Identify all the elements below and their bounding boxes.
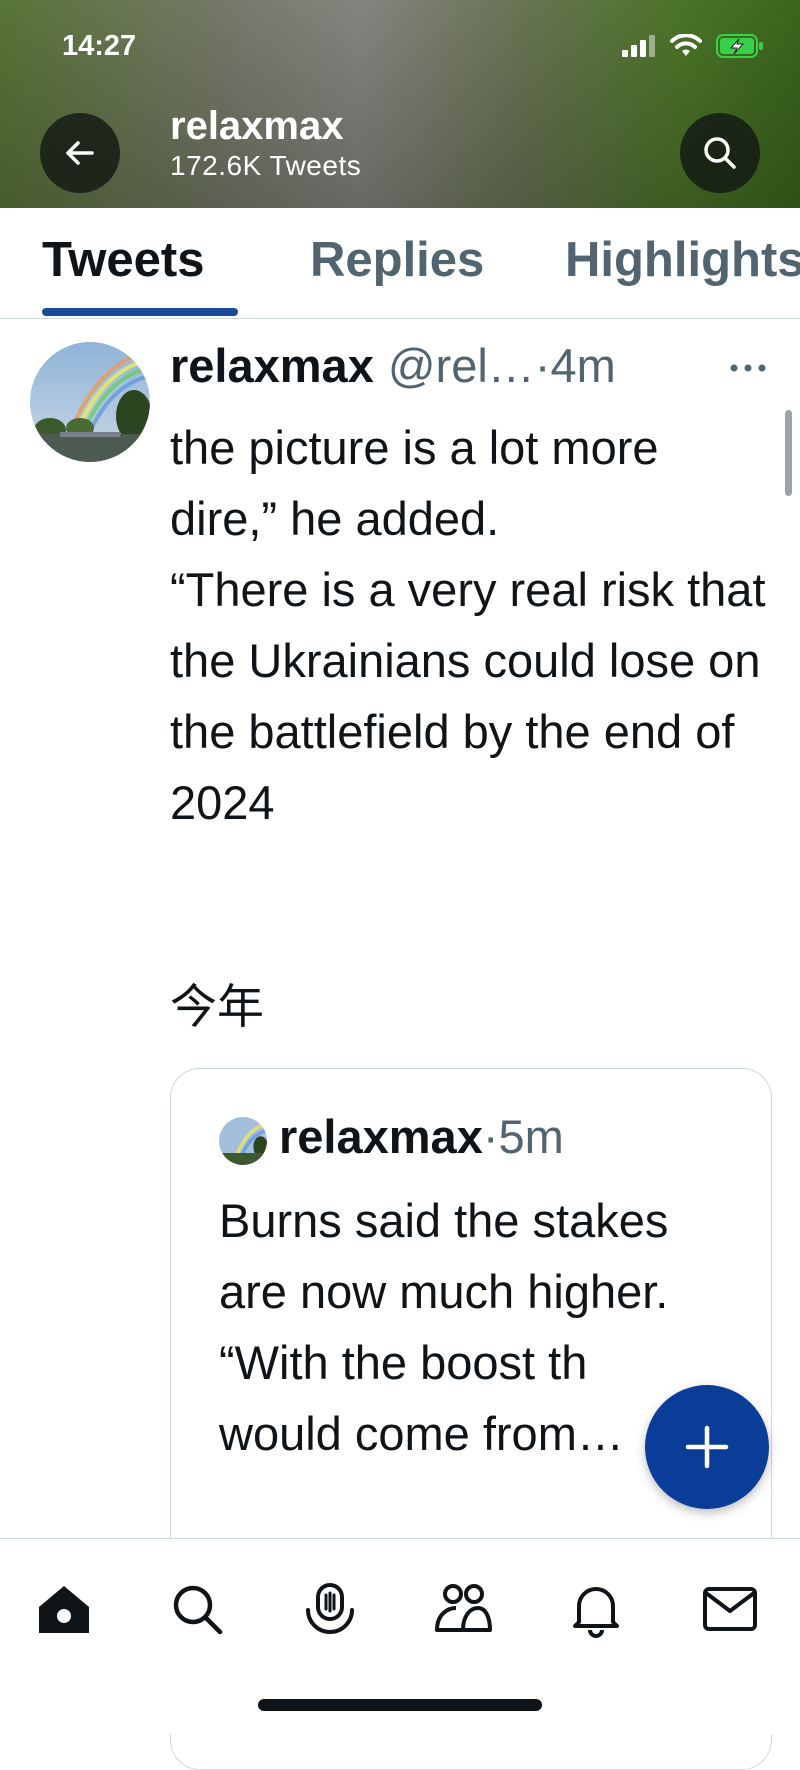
tweet-text-cjk: 今年 [170, 980, 264, 1035]
communities-icon [435, 1584, 492, 1632]
tweet-text-line: “There is a very real risk that the Ukra… [170, 563, 766, 829]
tweet-text-line: the picture is a lot more dire,” he adde… [170, 421, 659, 545]
profile-header: 14:27 relaxmax 172.6K Tweets [0, 0, 800, 208]
quoted-text-line: Burns said the stakes are now much highe… [219, 1194, 669, 1318]
quoted-author-name: relaxmax [279, 1110, 483, 1163]
messages-icon [703, 1587, 757, 1631]
compose-plus-icon [685, 1425, 729, 1469]
tweet-time[interactable]: 4m [550, 338, 615, 393]
home-icon [39, 1586, 89, 1633]
nav-search[interactable] [165, 1577, 229, 1641]
meta-separator: · [534, 339, 551, 392]
spaces-icon [306, 1583, 354, 1634]
scrollbar[interactable] [785, 410, 792, 496]
profile-tabs: Tweets Replies Highlights [0, 208, 800, 319]
status-time: 14:27 [62, 30, 137, 62]
nav-messages[interactable] [698, 1577, 762, 1641]
quoted-tweet-text: Burns said the stakes are now much highe… [219, 1185, 719, 1469]
back-button[interactable] [40, 113, 120, 193]
tweet-header: relaxmax @rel… · 4m [170, 338, 616, 393]
avatar-image [30, 342, 150, 462]
tweet-text[interactable]: the picture is a lot more dire,” he adde… [170, 412, 770, 838]
signal-icon [622, 35, 655, 57]
arrow-left-icon [66, 141, 94, 165]
tab-highlights[interactable]: Highlights [565, 232, 800, 288]
author-name[interactable]: relaxmax [170, 338, 374, 393]
tab-tweets[interactable]: Tweets [42, 232, 204, 288]
wifi-icon [670, 34, 702, 56]
status-icons [622, 34, 764, 58]
profile-title: relaxmax [170, 104, 344, 148]
search-icon [704, 137, 736, 169]
author-handle[interactable]: @rel… [388, 338, 535, 393]
avatar[interactable] [30, 342, 150, 462]
quoted-tweet-header: relaxmax · 5m [279, 1109, 564, 1164]
nav-notifications[interactable] [564, 1577, 628, 1641]
active-tab-indicator [42, 308, 238, 316]
compose-tweet-button[interactable] [645, 1385, 769, 1509]
quoted-tweet-time: 5m [498, 1110, 564, 1163]
nav-home[interactable] [32, 1577, 96, 1641]
battery-charging-icon [716, 34, 763, 58]
nav-communities[interactable] [431, 1577, 495, 1641]
search-button[interactable] [680, 113, 760, 193]
more-horizontal-icon[interactable] [728, 362, 768, 374]
tab-replies[interactable]: Replies [310, 232, 484, 288]
nav-spaces[interactable] [298, 1577, 362, 1641]
home-indicator[interactable] [258, 1699, 542, 1711]
notifications-icon [573, 1587, 619, 1638]
quoted-avatar [219, 1117, 267, 1165]
tweet-count: 172.6K Tweets [170, 150, 362, 181]
bottom-navigation [0, 1538, 800, 1734]
meta-separator: · [482, 1110, 499, 1163]
search-icon [173, 1585, 223, 1635]
quoted-text-line: “With the boost th would come from… [219, 1336, 624, 1460]
